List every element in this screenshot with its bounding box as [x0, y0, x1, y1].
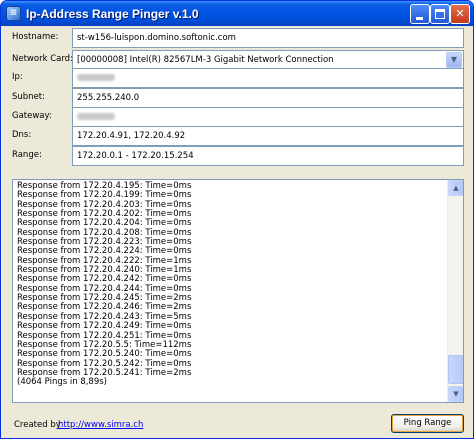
title-bar[interactable]: ≡ Ip-Address Range Pinger v.1.0 ✕: [1, 1, 473, 26]
gateway-field[interactable]: [72, 107, 464, 127]
range-row: Range: 172.20.0.1 - 172.20.15.254: [12, 146, 464, 166]
window-title: Ip-Address Range Pinger v.1.0: [26, 7, 199, 21]
network-card-label: Network Card:: [12, 54, 73, 64]
subnet-row: Subnet: 255.255.240.0: [12, 88, 464, 108]
ping-log[interactable]: Response from 172.20.4.195: Time=0ms Resp…: [12, 179, 464, 403]
ip-label: Ip:: [12, 72, 23, 82]
redacted-ip: [77, 74, 115, 81]
dns-field[interactable]: 172.20.4.91, 172.20.4.92: [72, 126, 464, 146]
dns-label: Dns:: [12, 130, 32, 140]
vertical-scrollbar[interactable]: ▲ ▼: [447, 180, 463, 402]
scroll-down-icon[interactable]: ▼: [448, 386, 463, 402]
app-icon: ≡: [6, 6, 21, 21]
scroll-up-icon[interactable]: ▲: [448, 180, 463, 196]
maximize-icon: [435, 9, 445, 19]
app-window: ≡ Ip-Address Range Pinger v.1.0 ✕ Hostna…: [0, 0, 474, 439]
network-card-value: [00000008] Intel(R) 82567LM-3 Gigabit Ne…: [77, 55, 334, 65]
created-by-label: Created by: [14, 420, 61, 430]
hostname-row: Hostname: st-w156-luispon.domino.softoni…: [12, 28, 464, 48]
ip-field[interactable]: [72, 68, 464, 88]
hostname-label: Hostname:: [12, 32, 59, 42]
chevron-down-icon[interactable]: ▼: [446, 52, 462, 68]
minimize-icon: [416, 17, 423, 20]
gateway-label: Gateway:: [12, 111, 52, 121]
gateway-row: Gateway:: [12, 107, 464, 127]
network-card-row: Network Card: [00000008] Intel(R) 82567L…: [12, 50, 464, 70]
close-button[interactable]: ✕: [450, 4, 470, 24]
redacted-gateway: [77, 113, 115, 120]
ping-log-lines: Response from 172.20.4.195: Time=0ms Resp…: [17, 181, 447, 388]
range-field[interactable]: 172.20.0.1 - 172.20.15.254: [72, 146, 464, 166]
network-card-select[interactable]: [00000008] Intel(R) 82567LM-3 Gigabit Ne…: [72, 50, 464, 70]
ip-row: Ip:: [12, 68, 464, 88]
subnet-label: Subnet:: [12, 92, 45, 102]
maximize-button[interactable]: [430, 4, 450, 24]
subnet-field[interactable]: 255.255.240.0: [72, 88, 464, 108]
scroll-thumb[interactable]: [448, 355, 463, 384]
minimize-button[interactable]: [410, 4, 430, 24]
author-link[interactable]: http://www.simra.ch: [58, 419, 143, 431]
ping-range-button[interactable]: Ping Range: [391, 414, 464, 433]
hostname-field[interactable]: st-w156-luispon.domino.softonic.com: [72, 28, 464, 48]
log-line: (4064 Pings in 8,89s): [17, 377, 107, 388]
range-label: Range:: [12, 150, 42, 160]
dns-row: Dns: 172.20.4.91, 172.20.4.92: [12, 126, 464, 146]
close-icon: ✕: [455, 7, 465, 20]
